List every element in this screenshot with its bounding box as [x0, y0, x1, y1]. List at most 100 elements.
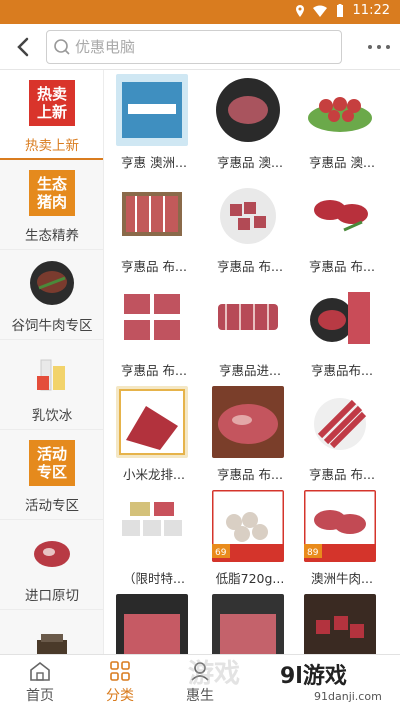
product-card[interactable]: 亨惠品布... — [296, 278, 386, 380]
product-card[interactable] — [108, 590, 198, 654]
search-input[interactable] — [75, 35, 335, 59]
sidebar-item-label: 活动专区 — [25, 498, 79, 514]
product-name: 亨惠品 布... — [217, 259, 283, 274]
sidebar-item-dairy[interactable]: 乳饮冰 — [0, 340, 103, 430]
product-name: 亨惠品 布... — [121, 259, 187, 274]
sidebar-item-imported-cuts[interactable]: 进口原切 — [0, 520, 103, 610]
product-image — [304, 386, 376, 458]
status-time: 11:22 — [352, 3, 390, 18]
product-card[interactable]: 亨惠品 布... — [296, 174, 386, 276]
product-name: 亨惠品 澳... — [309, 155, 375, 170]
product-image — [116, 490, 188, 562]
product-image — [304, 594, 376, 654]
product-name: 亨惠 澳洲... — [121, 155, 187, 170]
dot-icon — [377, 45, 381, 49]
sidebar-item-label: 谷饲牛肉专区 — [11, 318, 93, 334]
sidebar-item-label: 乳饮冰 — [31, 408, 73, 424]
sidebar-item-grain-beef[interactable]: 谷饲牛肉专区 — [0, 250, 103, 340]
sidebar-item-label: 热卖上新 — [25, 138, 79, 154]
search-icon — [54, 39, 70, 55]
dairy-drinks-thumbnail — [37, 359, 65, 391]
wifi-icon — [312, 5, 327, 17]
watermark-logo: 游戏 — [188, 659, 240, 689]
product-name: 亨惠品 布... — [309, 467, 375, 482]
gift-box-thumbnail — [37, 634, 67, 654]
promo-tile: 活动 专区 — [29, 440, 75, 486]
product-card[interactable]: 亨惠品 布... — [296, 382, 386, 484]
product-image — [116, 282, 188, 354]
status-bar: 11:22 — [0, 0, 400, 24]
battery-icon — [336, 3, 343, 17]
product-image — [212, 386, 284, 458]
product-card[interactable] — [296, 590, 386, 654]
product-image — [304, 178, 376, 250]
steak-plate-thumbnail — [30, 261, 74, 305]
product-name: 小米龙排... — [123, 467, 185, 482]
product-image — [212, 74, 284, 146]
product-card[interactable] — [204, 590, 294, 654]
product-image — [212, 178, 284, 250]
product-name: 亨惠品 布... — [121, 363, 187, 378]
grid-icon — [110, 661, 130, 681]
product-image — [212, 282, 284, 354]
product-image — [116, 178, 188, 250]
product-name: 低脂720g... — [215, 571, 285, 586]
watermark-brand: 9l游戏 — [280, 664, 347, 689]
sidebar-item-more[interactable] — [0, 610, 103, 654]
product-name: （限时特... — [123, 571, 185, 586]
product-card[interactable]: （限时特... — [108, 486, 198, 588]
back-button[interactable] — [10, 33, 36, 61]
product-image — [304, 282, 376, 354]
chevron-left-icon — [17, 37, 29, 57]
watermark-site: 91danji.com — [314, 690, 382, 703]
product-name: 亨惠品布... — [311, 363, 373, 378]
dot-icon — [386, 45, 390, 49]
sidebar-item-label: 生态精养 — [25, 228, 79, 244]
product-card[interactable]: 69 低脂720g... — [204, 486, 294, 588]
product-image — [304, 74, 376, 146]
steak-thumbnail — [34, 541, 70, 567]
sidebar-item-label: 进口原切 — [25, 588, 79, 604]
search-box[interactable] — [46, 30, 342, 64]
product-image — [116, 74, 188, 146]
home-icon — [30, 661, 50, 681]
sidebar-item-eco-pork[interactable]: 生态 猪肉 生态精养 — [0, 160, 103, 250]
product-name: 亨惠品进... — [219, 363, 281, 378]
product-card[interactable]: 亨惠品 澳... — [296, 70, 386, 172]
more-options-button[interactable] — [368, 37, 390, 57]
price-tag: 89 — [307, 548, 319, 558]
price-tag: 69 — [215, 548, 227, 558]
product-image: 89 — [304, 490, 376, 562]
category-sidebar: 热卖 上新 热卖上新 生态 猪肉 生态精养 谷饲牛肉专区 乳饮冰 活动 专区 活动专区… — [0, 70, 104, 654]
product-image: 69 — [212, 490, 284, 562]
product-name: 亨惠品 澳... — [217, 155, 283, 170]
status-icons: 11:22 — [293, 3, 390, 18]
tab-category[interactable]: 分类 — [80, 655, 160, 710]
product-name: 亨惠品 布... — [217, 467, 283, 482]
site-watermark: 9l游戏 91danji.com — [274, 656, 392, 708]
location-icon — [295, 4, 304, 17]
product-card[interactable]: 亨惠品 澳... — [204, 70, 294, 172]
product-card[interactable]: 亨惠品 布... — [204, 382, 294, 484]
sidebar-item-hot-new[interactable]: 热卖 上新 热卖上新 — [0, 70, 103, 160]
product-card[interactable]: 小米龙排... — [108, 382, 198, 484]
product-image — [212, 594, 284, 654]
tab-home[interactable]: 首页 — [0, 655, 80, 710]
dot-icon — [368, 45, 372, 49]
product-card[interactable]: 89 澳洲牛肉... — [296, 486, 386, 588]
product-card[interactable]: 亨惠品 布... — [204, 174, 294, 276]
svg-text:游戏: 游戏 — [188, 659, 240, 689]
eco-pork-tile: 生态 猪肉 — [29, 170, 75, 216]
sidebar-item-promo[interactable]: 活动 专区 活动专区 — [0, 430, 103, 520]
product-name: 亨惠品 布... — [309, 259, 375, 274]
product-card[interactable]: 亨惠品进... — [204, 278, 294, 380]
tab-label: 首页 — [26, 688, 54, 704]
product-card[interactable]: 亨惠 澳洲... — [108, 70, 198, 172]
product-card[interactable]: 亨惠品 布... — [108, 278, 198, 380]
product-card[interactable]: 亨惠品 布... — [108, 174, 198, 276]
product-image — [116, 386, 188, 458]
hot-new-tile: 热卖 上新 — [29, 80, 75, 126]
product-grid: 亨惠 澳洲... 亨惠品 澳... 亨惠品 澳... 亨惠品 布... 亨惠品 … — [108, 70, 400, 654]
tab-label: 分类 — [106, 688, 134, 704]
app-header — [0, 24, 400, 70]
